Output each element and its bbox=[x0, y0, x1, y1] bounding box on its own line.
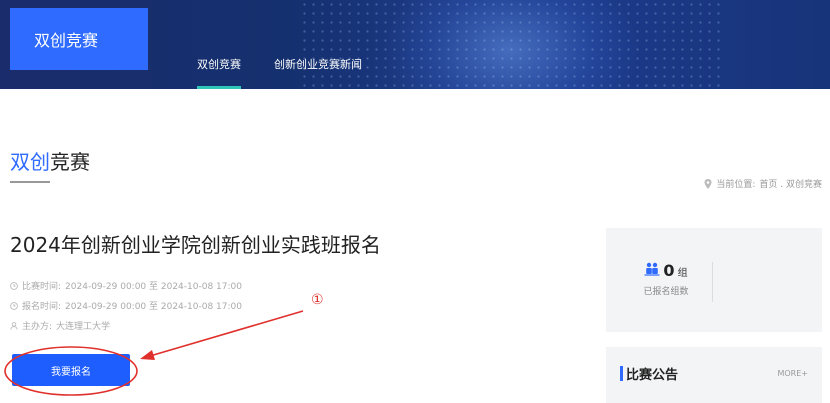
nav-item-label: 创新创业竞赛新闻 bbox=[274, 58, 362, 71]
site-logo-text: 双创竞赛 bbox=[34, 31, 99, 50]
breadcrumb-path[interactable]: 首页 . 双创竞赛 bbox=[759, 177, 822, 190]
notice-title-bar bbox=[620, 366, 623, 381]
page-title-rest: 竞赛 bbox=[50, 150, 90, 174]
pin-icon bbox=[704, 178, 712, 189]
page-title-highlight: 双创 bbox=[10, 150, 50, 174]
competition-title: 2024年创新创业学院创新创业实践班报名 bbox=[10, 233, 381, 257]
signup-count: 0 bbox=[663, 261, 675, 280]
organizer-label: 主办方: bbox=[22, 322, 53, 332]
contest-time-label: 比赛时间: bbox=[22, 282, 62, 292]
notice-more-link[interactable]: MORE+ bbox=[777, 369, 808, 378]
clock-icon bbox=[10, 301, 18, 310]
signup-count-unit: 组 bbox=[677, 268, 688, 279]
annotation-arrow-line bbox=[149, 310, 304, 357]
header-banner: 双创竞赛 双创竞赛 创新创业竞赛新闻 bbox=[0, 0, 830, 89]
site-logo[interactable]: 双创竞赛 bbox=[10, 8, 148, 70]
signup-time-value: 2024-09-29 00:00 至 2024-10-08 17:00 bbox=[65, 302, 242, 312]
nav-item-competition[interactable]: 双创竞赛 bbox=[197, 56, 241, 89]
contest-time-value: 2024-09-29 00:00 至 2024-10-08 17:00 bbox=[65, 282, 242, 292]
nav-item-label: 双创竞赛 bbox=[197, 58, 241, 71]
breadcrumb: 当前位置: 首页 . 双创竞赛 bbox=[704, 177, 822, 190]
user-icon bbox=[10, 321, 18, 330]
signup-time-row: 报名时间: 2024-09-29 00:00 至 2024-10-08 17:0… bbox=[10, 299, 242, 312]
notice-title: 比赛公告 bbox=[626, 368, 679, 383]
stats-divider bbox=[712, 262, 713, 302]
title-underline bbox=[10, 181, 50, 183]
users-icon bbox=[644, 262, 660, 276]
signup-button[interactable]: 我要报名 bbox=[12, 354, 130, 386]
banner-dots bbox=[300, 0, 720, 89]
signup-count-label: 已报名组数 bbox=[643, 287, 689, 297]
stats-line: 0 组 bbox=[626, 261, 706, 280]
signup-time-label: 报名时间: bbox=[22, 302, 62, 312]
signup-stats-card: 0 组 已报名组数 bbox=[606, 228, 822, 332]
organizer-row: 主办方: 大连理工大学 bbox=[10, 319, 110, 332]
page-title: 双创竞赛 bbox=[10, 146, 90, 175]
signup-stats: 0 组 已报名组数 bbox=[626, 261, 706, 297]
contest-time-row: 比赛时间: 2024-09-29 00:00 至 2024-10-08 17:0… bbox=[10, 279, 242, 292]
nav-item-news[interactable]: 创新创业竞赛新闻 bbox=[274, 56, 362, 89]
clock-icon bbox=[10, 281, 18, 290]
main-nav: 双创竞赛 创新创业竞赛新闻 bbox=[197, 56, 362, 89]
notice-panel: 比赛公告 MORE+ bbox=[606, 347, 822, 403]
organizer-value: 大连理工大学 bbox=[56, 322, 111, 332]
annotation-marker: ① bbox=[311, 292, 324, 308]
breadcrumb-prefix: 当前位置: bbox=[716, 180, 756, 190]
annotation-arrow-head bbox=[140, 350, 155, 360]
